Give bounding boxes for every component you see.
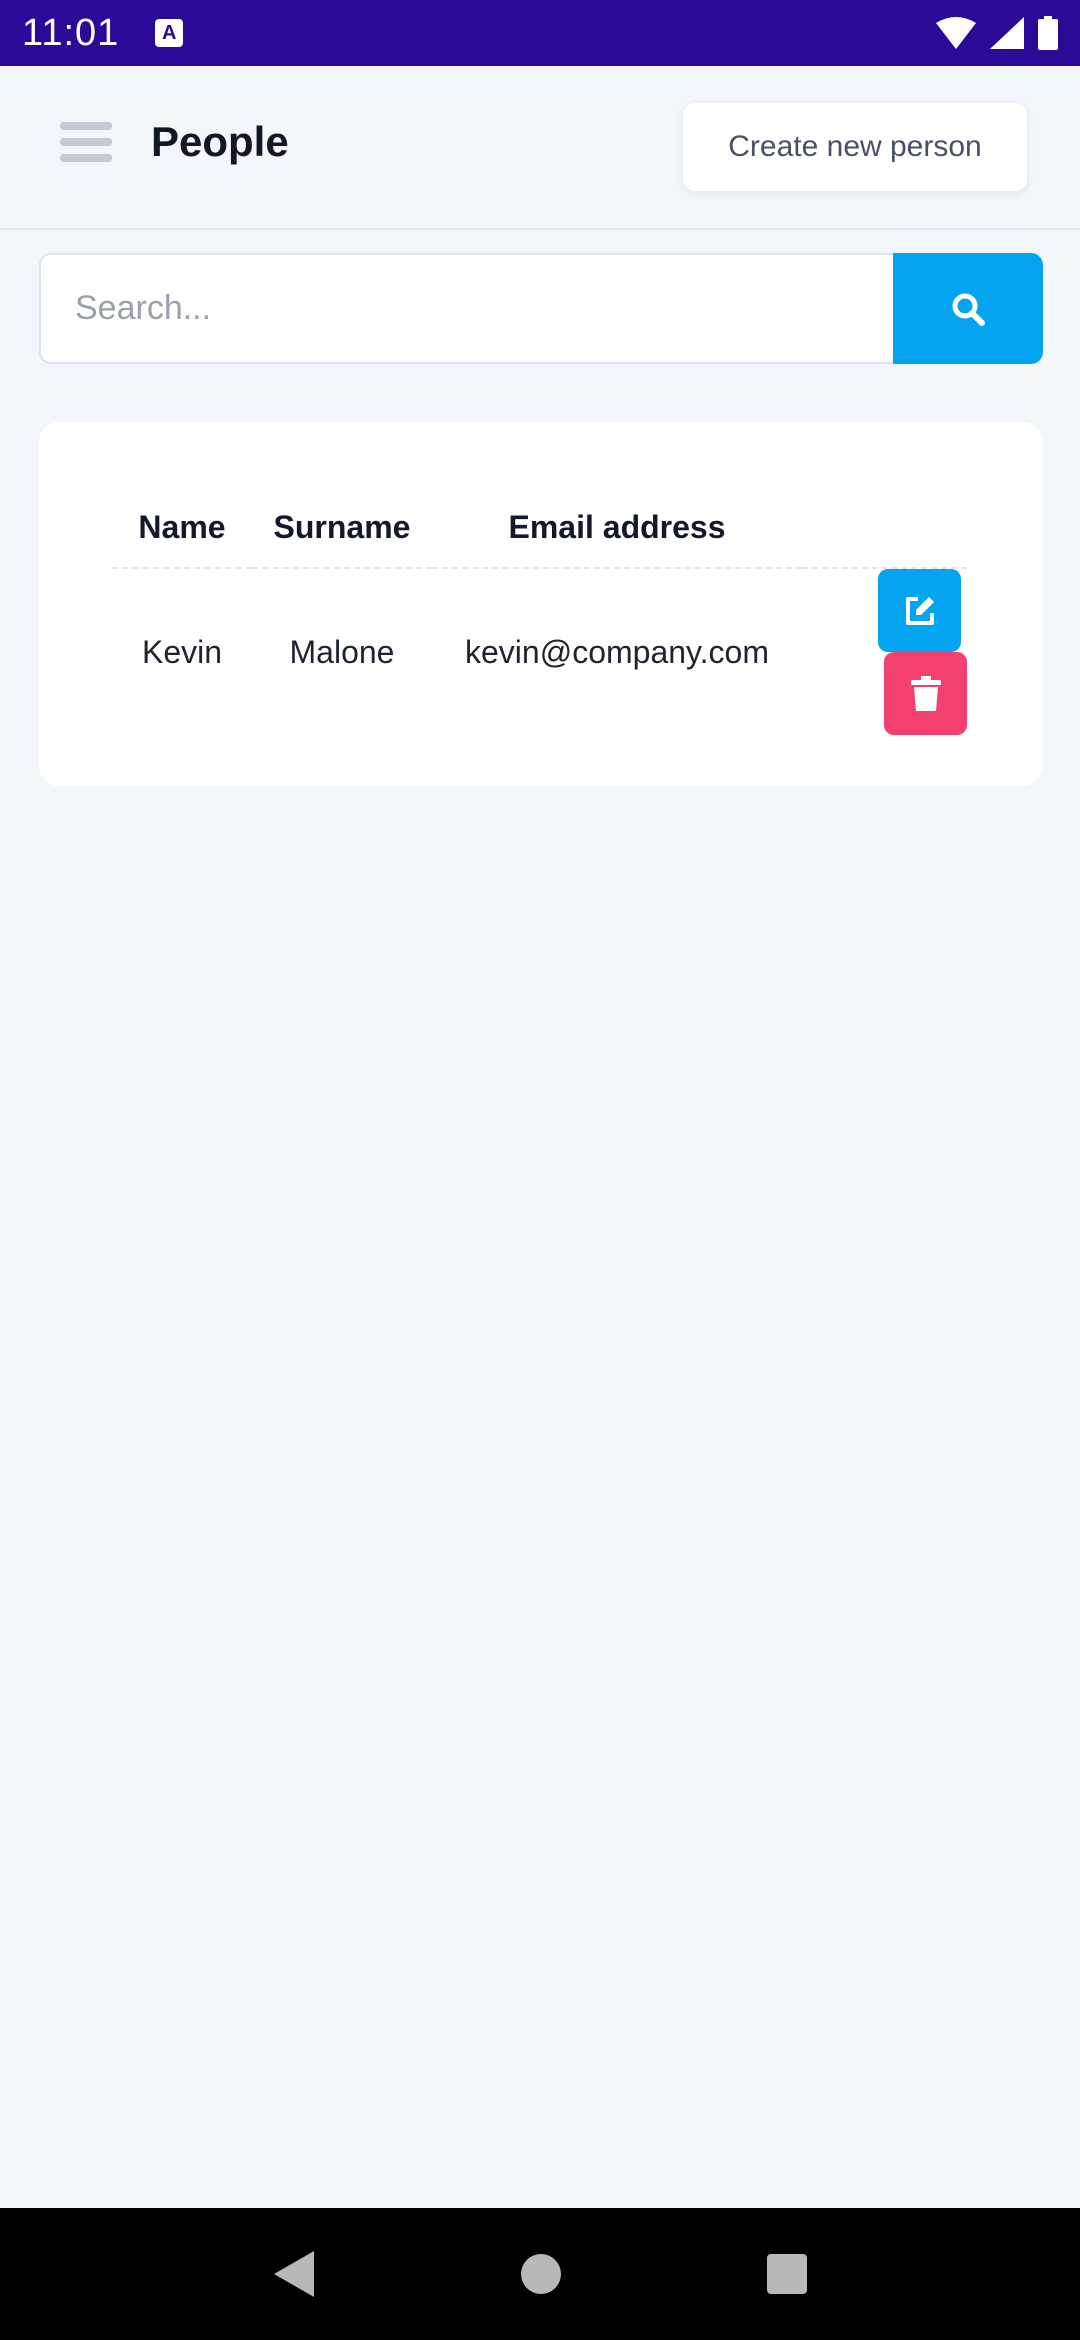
search-icon [952, 293, 985, 326]
app-header: People Create new person [0, 66, 1080, 230]
people-card: Name Surname Email address Kevin Malone … [39, 422, 1043, 786]
wifi-icon [936, 17, 976, 49]
hamburger-icon[interactable] [60, 122, 112, 170]
table-header-row: Name Surname Email address [112, 502, 967, 569]
status-time: 11:01 [22, 11, 120, 54]
column-header-surname: Surname [252, 502, 432, 569]
table-row: Kevin Malone kevin@company.com [112, 568, 967, 735]
edit-button[interactable] [878, 569, 961, 652]
people-table: Name Surname Email address Kevin Malone … [112, 502, 967, 735]
create-new-person-button[interactable]: Create new person [683, 103, 1027, 191]
cell-email: kevin@company.com [465, 633, 769, 670]
battery-icon [1038, 16, 1058, 50]
cell-name: Kevin [141, 633, 223, 670]
status-icons [936, 16, 1058, 50]
column-header-name: Name [112, 502, 252, 569]
cellular-signal-icon [990, 17, 1024, 49]
search-button[interactable] [893, 253, 1043, 364]
trash-icon [910, 675, 941, 711]
notification-a-icon: A [155, 19, 184, 47]
cell-actions [802, 568, 967, 735]
system-nav-bar [0, 2208, 1080, 2340]
cell-surname: Malone [289, 633, 395, 670]
search-input[interactable] [39, 253, 893, 364]
column-header-actions [802, 502, 967, 569]
page-title: People [151, 118, 289, 165]
column-header-email: Email address [432, 502, 802, 569]
home-icon[interactable] [520, 2253, 562, 2295]
search-bar [39, 253, 1043, 364]
status-bar: 11:01 A [0, 0, 1080, 66]
back-icon[interactable] [272, 2249, 316, 2299]
recents-icon[interactable] [766, 2253, 808, 2295]
edit-icon [905, 596, 934, 625]
delete-button[interactable] [884, 652, 967, 735]
